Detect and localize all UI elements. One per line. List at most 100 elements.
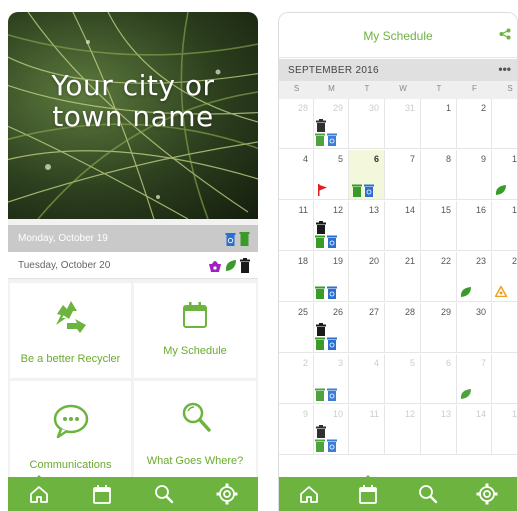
tile-label: Communications [29,459,112,471]
calendar-day[interactable]: 10 [314,405,349,455]
more-icon[interactable]: ••• [498,62,511,76]
calendar-day[interactable]: 1 [421,99,457,149]
share-icon[interactable] [499,28,511,40]
calendar-day[interactable]: 28 [279,99,314,149]
recycle-icon [56,301,86,333]
calendar-day[interactable]: 26 [314,303,349,353]
day-number: 31 [404,103,415,113]
calendar-day[interactable]: 24 [492,252,517,302]
garbage-bin-black-icon [316,119,326,132]
nav-home[interactable] [21,475,57,509]
leaf-icon [460,287,471,297]
tile-communications[interactable]: Communications [10,381,131,479]
schedule-date: Tuesday, October 20 [18,259,111,271]
schedule-row-next[interactable]: Tuesday, October 20 [8,252,258,279]
search-icon [155,485,174,504]
nav-calendar[interactable] [350,475,386,509]
tile-be-a-better-recycler[interactable]: Be a better Recycler [10,283,131,378]
day-number: 4 [302,154,308,164]
calendar-day[interactable]: 4 [279,150,314,200]
calendar-day[interactable]: 10 [492,150,517,200]
weekday-label: M [328,84,335,93]
calendar-day[interactable]: 6 [349,150,385,200]
tile-label: Be a better Recycler [20,353,121,365]
calendar-day[interactable]: 16 [457,201,492,251]
calendar-day[interactable]: 2 [279,354,314,404]
day-number: 10 [332,409,343,419]
schedule-row-today[interactable]: Monday, October 19 [8,225,258,252]
calendar-day[interactable]: 21 [385,252,421,302]
purple-bag-icon [209,261,221,272]
calendar-day[interactable]: 11 [349,405,385,455]
calendar-day[interactable]: 30 [349,99,385,149]
calendar-icon [92,485,111,504]
calendar-day[interactable]: 18 [279,252,314,302]
day-number: 25 [297,307,308,317]
calendar-day[interactable]: 25 [279,303,314,353]
calendar-day[interactable]: 6 [421,354,457,404]
recycle-bin-blue-icon [327,439,337,452]
calendar-day[interactable]: 2 [457,99,492,149]
weekday-label: T [436,84,442,93]
calendar-day[interactable]: 3 [492,99,517,149]
calendar-day[interactable]: 28 [385,303,421,353]
calendar-day[interactable]: 14 [457,405,492,455]
nav-search[interactable] [410,479,446,509]
day-number: 28 [404,307,415,317]
nav-settings[interactable] [209,479,245,509]
day-number: 29 [440,307,451,317]
day-number: 26 [332,307,343,317]
calendar-day[interactable]: 12 [314,201,349,251]
day-number: 16 [475,205,486,215]
day-number: 29 [332,103,343,113]
calendar-day[interactable]: 8 [421,150,457,200]
bottom-nav [279,475,517,511]
calendar-day[interactable]: 15 [492,405,517,455]
calendar-day[interactable]: 31 [385,99,421,149]
calendar-day[interactable]: 5 [314,150,349,200]
calendar-day[interactable]: 30 [457,303,492,353]
day-number: 2 [302,358,308,368]
day-number: 10 [511,154,517,164]
home-icon [299,486,318,503]
recycle-bin-blue-icon [225,233,236,246]
calendar-day[interactable]: 19 [314,252,349,302]
calendar-day[interactable]: 20 [349,252,385,302]
nav-settings[interactable] [469,479,505,509]
calendar-day[interactable]: 9 [457,150,492,200]
calendar-day[interactable]: 12 [385,405,421,455]
calendar-day[interactable]: 29 [421,303,457,353]
calendar-day[interactable]: 17 [492,201,517,251]
day-number: 8 [445,154,451,164]
day-number: 2 [480,103,486,113]
calendar-day[interactable]: 15 [421,201,457,251]
recycle-bin-blue-icon [327,337,337,350]
tile-my-schedule[interactable]: My Schedule [134,283,256,378]
calendar-day[interactable]: 3 [314,354,349,404]
calendar-day[interactable]: 7 [457,354,492,404]
calendar-day[interactable]: 5 [385,354,421,404]
garbage-bin-green-icon [315,337,325,350]
day-number: 24 [511,256,517,266]
calendar-day[interactable]: 29 [314,99,349,149]
calendar-day[interactable]: 11 [279,201,314,251]
calendar-day[interactable]: 9 [279,405,314,455]
calendar-day[interactable]: 7 [385,150,421,200]
recycle-bin-blue-icon [327,286,337,299]
calendar-day[interactable]: 4 [349,354,385,404]
calendar-day[interactable]: 22 [421,252,457,302]
nav-search[interactable] [146,479,182,509]
calendar-day[interactable]: 27 [349,303,385,353]
calendar-day[interactable]: 8 [492,354,517,404]
day-number: 9 [480,154,486,164]
calendar-day[interactable]: 1 [492,303,517,353]
nav-home[interactable] [291,479,327,509]
tile-what-goes-where[interactable]: What Goes Where? [134,381,256,479]
calendar-day[interactable]: 14 [385,201,421,251]
nav-calendar[interactable] [84,479,120,509]
day-number: 12 [332,205,343,215]
calendar-day[interactable]: 13 [421,405,457,455]
calendar-icon [183,302,207,328]
calendar-day[interactable]: 13 [349,201,385,251]
calendar-day[interactable]: 23 [457,252,492,302]
